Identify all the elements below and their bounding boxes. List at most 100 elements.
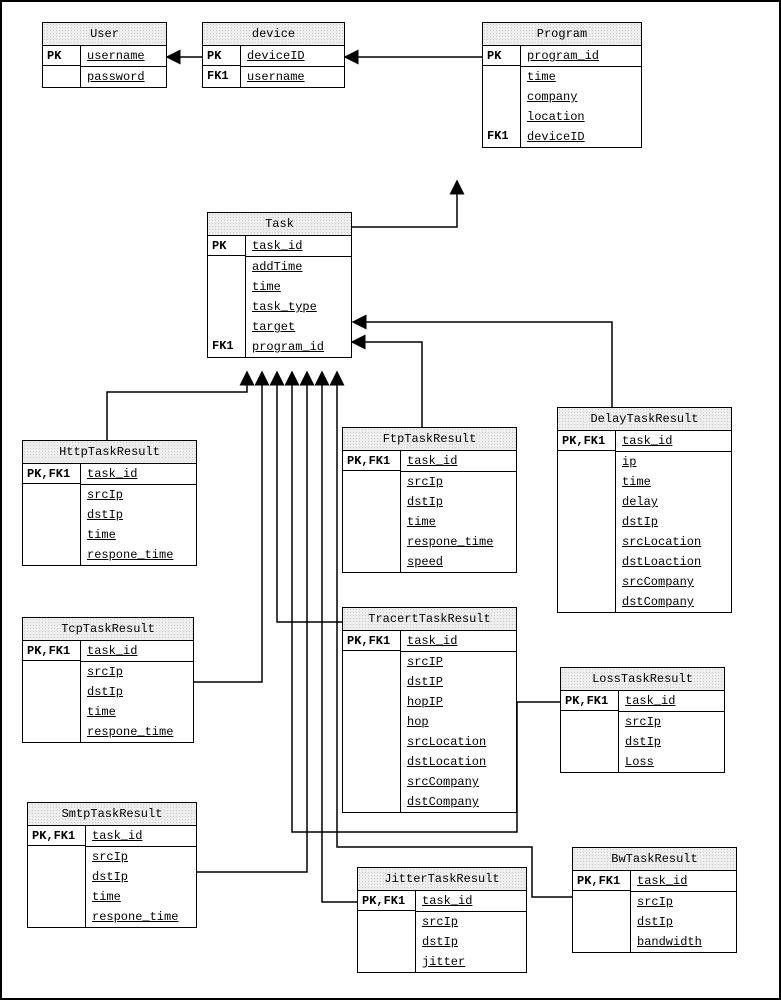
field: time: [81, 702, 193, 722]
field: respone_time: [81, 545, 196, 565]
entity-jitter-task-result: JitterTaskResult PK,FK1 task_id srcIp ds…: [357, 867, 527, 973]
entity-title: User: [43, 23, 166, 46]
field: dstIp: [81, 505, 196, 525]
key-label: PK,FK1: [23, 464, 80, 484]
entity-title: Task: [208, 213, 351, 236]
field: srcLocation: [616, 532, 731, 552]
field: dstLoaction: [616, 552, 731, 572]
key-label: PK,FK1: [23, 641, 80, 661]
field: time: [81, 525, 196, 545]
field: task_id: [81, 641, 193, 662]
entity-title: FtpTaskResult: [343, 428, 516, 451]
entity-title: HttpTaskResult: [23, 441, 196, 464]
field: srcIp: [401, 472, 516, 492]
field: task_id: [619, 691, 724, 712]
key-label: PK: [208, 236, 245, 256]
field: time: [616, 472, 731, 492]
entity-title: device: [203, 23, 344, 46]
field: bandwidth: [631, 932, 736, 952]
entity-title: DelayTaskResult: [558, 408, 731, 431]
field: task_type: [246, 297, 351, 317]
entity-bw-task-result: BwTaskResult PK,FK1 task_id srcIp dstIp …: [572, 847, 737, 953]
field: dstLocation: [401, 752, 516, 772]
entity-ftp-task-result: FtpTaskResult PK,FK1 task_id srcIp dstIp…: [342, 427, 517, 573]
field: dstIp: [416, 932, 526, 952]
entity-title: JitterTaskResult: [358, 868, 526, 891]
field: username: [81, 46, 166, 67]
field: srcCompany: [616, 572, 731, 592]
field: speed: [401, 552, 516, 572]
field: task_id: [616, 431, 731, 452]
entity-program: Program PK FK1 program_id time company l…: [482, 22, 642, 148]
field: task_id: [246, 236, 351, 257]
field: dstCompany: [401, 792, 516, 812]
field: time: [521, 67, 641, 87]
key-label: PK,FK1: [558, 431, 615, 451]
field: delay: [616, 492, 731, 512]
field: task_id: [81, 464, 196, 485]
entity-loss-task-result: LossTaskResult PK,FK1 task_id srcIp dstI…: [560, 667, 725, 773]
field: task_id: [631, 871, 736, 892]
entity-title: Program: [483, 23, 641, 46]
entity-title: BwTaskResult: [573, 848, 736, 871]
field: srcCompany: [401, 772, 516, 792]
field: password: [81, 67, 166, 87]
field: hopIP: [401, 692, 516, 712]
field: dstIp: [86, 867, 196, 887]
field: dstIp: [619, 732, 724, 752]
field: dstIP: [401, 672, 516, 692]
entity-device: device PK FK1 deviceID username: [202, 22, 345, 88]
field: task_id: [86, 826, 196, 847]
field: deviceID: [241, 46, 344, 67]
field: srcIp: [86, 847, 196, 867]
key-label: PK: [43, 46, 80, 66]
er-diagram-canvas: User PK username password device PK FK1 …: [0, 0, 781, 1000]
field: dstIp: [631, 912, 736, 932]
field: target: [246, 317, 351, 337]
field: task_id: [401, 451, 516, 472]
field: deviceID: [521, 127, 641, 147]
field: srcIP: [401, 652, 516, 672]
key-label: PK,FK1: [561, 691, 618, 711]
key-label: FK1: [208, 336, 245, 356]
entity-http-task-result: HttpTaskResult PK,FK1 task_id srcIp dstI…: [22, 440, 197, 566]
key-label: PK: [203, 46, 240, 66]
field: Loss: [619, 752, 724, 772]
entity-smtp-task-result: SmtpTaskResult PK,FK1 task_id srcIp dstI…: [27, 802, 197, 928]
key-label: PK,FK1: [343, 631, 400, 651]
field: ip: [616, 452, 731, 472]
field: program_id: [246, 337, 351, 357]
field: time: [246, 277, 351, 297]
key-label: FK1: [483, 126, 520, 146]
field: dstIp: [401, 492, 516, 512]
entity-tcp-task-result: TcpTaskResult PK,FK1 task_id srcIp dstIp…: [22, 617, 194, 743]
entity-title: LossTaskResult: [561, 668, 724, 691]
field: srcIp: [631, 892, 736, 912]
entity-title: TracertTaskResult: [343, 608, 516, 631]
field: addTime: [246, 257, 351, 277]
entity-user: User PK username password: [42, 22, 167, 88]
field: hop: [401, 712, 516, 732]
field: dstIp: [81, 682, 193, 702]
field: task_id: [401, 631, 516, 652]
field: respone_time: [81, 722, 193, 742]
field: location: [521, 107, 641, 127]
field: srcIp: [619, 712, 724, 732]
key-label: PK,FK1: [28, 826, 85, 846]
field: srcIp: [81, 662, 193, 682]
field: srcLocation: [401, 732, 516, 752]
field: time: [401, 512, 516, 532]
field: company: [521, 87, 641, 107]
field: dstIp: [616, 512, 731, 532]
key-label: PK: [483, 46, 520, 66]
field: srcIp: [81, 485, 196, 505]
entity-tracert-task-result: TracertTaskResult PK,FK1 task_id srcIP d…: [342, 607, 517, 813]
key-label: PK,FK1: [358, 891, 415, 911]
field: respone_time: [401, 532, 516, 552]
field: program_id: [521, 46, 641, 67]
entity-title: TcpTaskResult: [23, 618, 193, 641]
field: dstCompany: [616, 592, 731, 612]
key-label: PK,FK1: [573, 871, 630, 891]
field: task_id: [416, 891, 526, 912]
field: jitter: [416, 952, 526, 972]
